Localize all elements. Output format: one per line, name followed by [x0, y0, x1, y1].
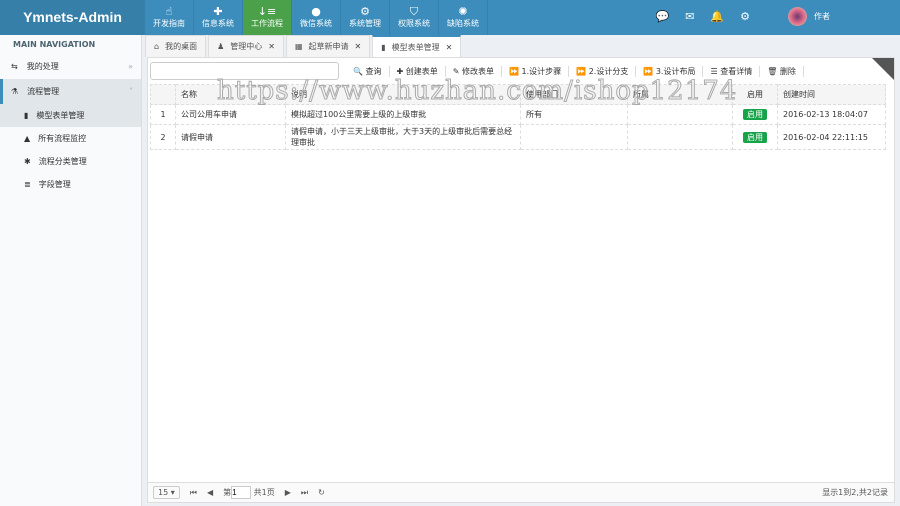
sidebar-group-workflow[interactable]: ⚗ 流程管理 ˄: [0, 79, 141, 104]
calendar-icon: ▦: [294, 42, 303, 51]
sort-icon: ↓≡: [257, 5, 277, 18]
sidebar-header: MAIN NAVIGATION: [13, 40, 96, 49]
last-page-icon[interactable]: ⏭: [301, 488, 308, 498]
app-logo[interactable]: Ymnets-Admin: [0, 0, 145, 35]
user-menu[interactable]: 作者: [788, 7, 830, 26]
avatar: [788, 7, 807, 26]
puzzle-icon: ✚: [213, 5, 223, 18]
create-button[interactable]: ✚ 创建表单: [390, 65, 446, 77]
table-row[interactable]: 2 请假申请 请假申请，小于三天上级审批，大于3天的上级审批后需要总经理审批 启…: [150, 124, 886, 150]
tab-bar: ⌂ 我的桌面 ♟ 管理中心 ✕ ▦ 起草新申请 ✕ ▮ 模型表单管理 ✕: [145, 35, 462, 58]
fullscreen-toggle[interactable]: [872, 58, 894, 80]
nav-bug[interactable]: ✺ 缺陷系统: [439, 0, 488, 35]
prev-page-icon[interactable]: ◀: [207, 488, 213, 497]
cogs-icon: ⚙: [360, 5, 370, 18]
first-page-icon[interactable]: ⏮: [190, 488, 197, 498]
toolbar: 🔍 查询 ✚ 创建表单 ✎ 修改表单 ⏩ 1.设计步骤 ⏩ 2.设计分支 ⏩ 3…: [346, 64, 804, 78]
search-input[interactable]: [150, 62, 339, 80]
nav-permission[interactable]: ⛉ 权限系统: [390, 0, 439, 35]
pagination: 15 ▾ ⏮ ◀ 第 共1页 ▶ ⏭ ↻ 显示1到2,共2记录: [148, 482, 894, 502]
nav-info-system[interactable]: ✚ 信息系统: [194, 0, 243, 35]
bell-icon: ▲: [24, 134, 31, 143]
tab-new-request[interactable]: ▦ 起草新申请 ✕: [285, 35, 371, 57]
flask-icon: ⚗: [11, 87, 19, 96]
bug-icon: ✺: [458, 5, 468, 18]
details-button[interactable]: ☰ 查看详情: [703, 65, 761, 77]
envelope-icon[interactable]: ✉: [685, 10, 694, 23]
next-page-icon[interactable]: ▶: [285, 488, 291, 497]
close-icon[interactable]: ✕: [446, 43, 453, 52]
form-table: 名称 说明 使用部门 所属 启用 创建时间 1 公司公用车申请 模拟超过100公…: [150, 84, 886, 150]
edit-button[interactable]: ✎ 修改表单: [446, 65, 503, 77]
list-icon: ≣: [24, 180, 31, 189]
col-enabled[interactable]: 启用: [732, 84, 778, 105]
col-name[interactable]: 名称: [175, 84, 286, 105]
tab-form-model[interactable]: ▮ 模型表单管理 ✕: [372, 35, 462, 58]
close-icon[interactable]: ✕: [355, 42, 362, 51]
gear-icon: ✱: [24, 157, 31, 166]
sidebar-item-category[interactable]: ✱ 流程分类管理: [0, 150, 141, 173]
sidebar-item-monitor[interactable]: ▲ 所有流程监控: [0, 127, 141, 150]
nav-system[interactable]: ⚙ 系统管理: [341, 0, 390, 35]
col-description[interactable]: 说明: [285, 84, 521, 105]
design-steps-button[interactable]: ⏩ 1.设计步骤: [502, 65, 570, 77]
page-input[interactable]: [231, 486, 252, 499]
sidebar-item-form-model[interactable]: ▮ 模型表单管理: [0, 104, 141, 127]
book-icon: ▮: [24, 111, 29, 120]
col-department[interactable]: 使用部门: [520, 84, 628, 105]
table-header: 名称 说明 使用部门 所属 启用 创建时间: [150, 84, 886, 105]
col-owner[interactable]: 所属: [627, 84, 733, 105]
top-nav: ☝ 开发指南 ✚ 信息系统 ↓≡ 工作流程 ● 微信系统 ⚙ 系统管理 ⛉ 权限系统 ✺ 缺陷…: [145, 0, 488, 35]
sidebar-group-my-tasks[interactable]: ⇆ 我的处理»: [0, 54, 141, 79]
design-branch-button[interactable]: ⏩ 2.设计分支: [569, 65, 637, 77]
page-size-select[interactable]: 15 ▾: [153, 486, 180, 499]
tab-desktop[interactable]: ⌂ 我的桌面: [145, 35, 207, 57]
user-icon: ♟: [217, 42, 225, 51]
refresh-icon[interactable]: ↻: [318, 488, 325, 497]
tab-admin-center[interactable]: ♟ 管理中心 ✕: [208, 35, 284, 57]
pagination-info: 显示1到2,共2记录: [822, 488, 888, 497]
shield-icon: ⛉: [409, 5, 419, 18]
status-badge: 启用: [743, 109, 767, 120]
home-icon: ⌂: [154, 42, 160, 51]
delete-button[interactable]: 🗑 删除: [760, 65, 804, 77]
bell-icon[interactable]: 🔔: [710, 10, 724, 23]
sidebar: MAIN NAVIGATION ⇆ 我的处理» ⚗ 流程管理 ˄ ▮ 模型表单管理 ▲ 所…: [0, 35, 142, 506]
sidebar-item-fields[interactable]: ≣ 字段管理: [0, 173, 141, 196]
chevron-down-icon: »: [128, 62, 133, 71]
top-bar: Ymnets-Admin ☝ 开发指南 ✚ 信息系统 ↓≡ 工作流程 ● 微信系统 ⚙ 系…: [0, 0, 900, 35]
comments-icon[interactable]: 💬: [656, 10, 670, 23]
cogs-icon[interactable]: ⚙: [740, 10, 750, 23]
query-button[interactable]: 🔍 查询: [346, 65, 390, 77]
close-icon[interactable]: ✕: [268, 42, 275, 51]
nav-workflow[interactable]: ↓≡ 工作流程: [243, 0, 292, 35]
nav-dev-guide[interactable]: ☝ 开发指南: [145, 0, 194, 35]
col-created[interactable]: 创建时间: [777, 84, 886, 105]
exchange-icon: ⇆: [11, 62, 18, 71]
chevron-up-icon: ˄: [129, 87, 133, 96]
nav-wechat[interactable]: ● 微信系统: [292, 0, 341, 35]
hand-pointer-icon: ☝: [165, 5, 173, 18]
table-row[interactable]: 1 公司公用车申请 模拟超过100公里需要上级的上级审批 所有 启用 2016-…: [150, 104, 886, 125]
design-layout-button[interactable]: ⏩ 3.设计布局: [636, 65, 704, 77]
content-panel: 🔍 查询 ✚ 创建表单 ✎ 修改表单 ⏩ 1.设计步骤 ⏩ 2.设计分支 ⏩ 3…: [147, 57, 895, 503]
book-icon: ▮: [381, 43, 386, 52]
status-badge: 启用: [743, 131, 767, 143]
wechat-icon: ●: [311, 5, 321, 18]
